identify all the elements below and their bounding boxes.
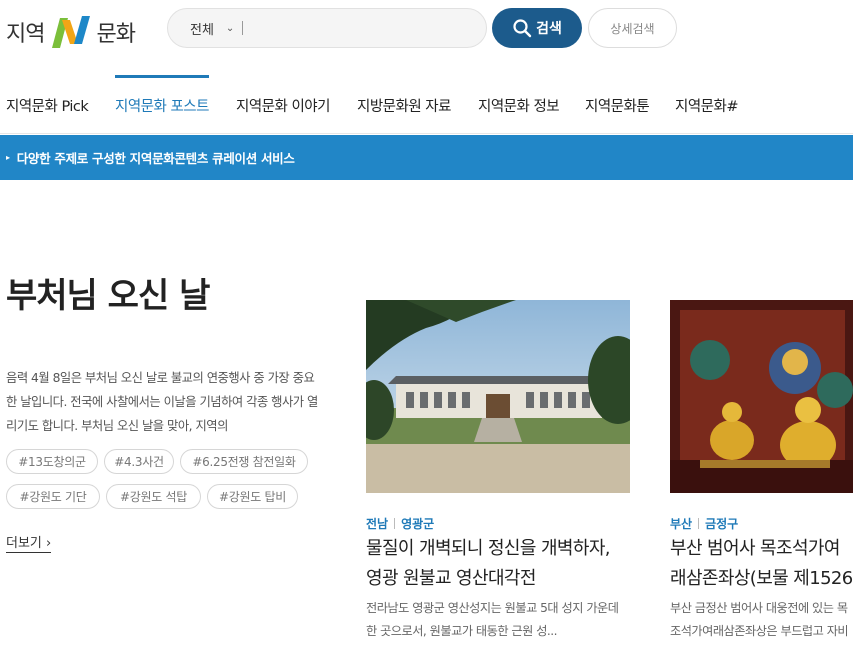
topic-description: 음력 4월 8일은 부처님 오신 날로 불교의 연중행사 중 가장 중요한 날입… [6,371,318,433]
card-region: 전남 영광군 [366,515,434,532]
nav-item-label: 지역문화툰 [585,98,650,115]
card-subregion-label: 영광군 [401,517,435,531]
nav-item-toon[interactable]: 지역문화툰 [585,76,650,134]
nav-item-label: 지역문화 이야기 [236,98,331,115]
tag-chip[interactable]: #6.25전쟁 참전일화 [180,449,308,474]
tag-chip[interactable]: #13도창의군 [6,449,98,474]
search-divider [242,21,244,35]
nav-item-pick[interactable]: 지역문화 Pick [6,76,89,134]
search-button[interactable]: 검색 [492,8,582,48]
nav-item-label: 지역문화 정보 [478,98,560,115]
buddha-statue-photo [670,300,853,493]
tag-chip[interactable]: #강원도 기단 [6,484,100,509]
tag-chip[interactable]: #강원도 석탑 [106,484,201,509]
site-logo[interactable]: 지역 문화 [6,12,136,52]
nav-item-post[interactable]: 지역문화 포스트 [115,75,210,134]
search-scope-select[interactable]: 전체 ⌄ [190,19,234,38]
nav-item-label: 지역문화 Pick [6,98,89,115]
detail-search-label: 상세검색 [610,21,655,36]
card-subregion-label: 금정구 [705,517,739,531]
card-image-buddha-statue[interactable] [670,300,853,493]
logo-text-left: 지역 [6,22,45,47]
more-link-label: 더보기 [6,536,42,551]
curation-banner: ▸ 다양한 주제로 구성한 지역문화콘텐츠 큐레이션 서비스 [0,135,853,180]
card-description: 부산 금정산 범어사 대웅전에 있는 목조석가여래삼존좌상은 부드럽고 자비로운 [670,601,849,638]
logo-text-right: 문화 [96,22,135,47]
nav-item-cultural-center[interactable]: 지방문화원 자료 [357,76,452,134]
card-title[interactable]: 물질이 개벽되니 정신을 개벽하자, 영광 원불교 영산대각전 [366,534,630,594]
chevron-down-icon: ⌄ [225,22,235,34]
tag-label: #4.3사건 [114,455,164,469]
topic-title: 부처님 오신 날 [6,276,210,316]
card-image-temple-hall[interactable] [366,300,630,493]
card-region-label: 전남 [366,517,389,531]
nav-item-info[interactable]: 지역문화 정보 [478,76,560,134]
search-scope-label: 전체 [190,22,214,38]
nav-item-label: 지역문화 포스트 [115,98,210,115]
region-separator [698,518,700,529]
chevron-right-icon: › [46,536,52,551]
banner-text: 다양한 주제로 구성한 지역문화콘텐츠 큐레이션 서비스 [16,151,295,166]
more-link[interactable]: 더보기 › [6,532,52,553]
main-nav: 지역문화 Pick 지역문화 포스트 지역문화 이야기 지방문화원 자료 지역문… [0,75,853,134]
tag-label: #13도창의군 [18,455,86,469]
tag-label: #6.25전쟁 참전일화 [192,455,296,469]
region-separator [394,518,396,529]
nav-item-hashtag[interactable]: 지역문화# [675,76,739,134]
tag-label: #강원도 기단 [19,490,87,504]
card-region-label: 부산 [670,517,693,531]
nav-item-label: 지방문화원 자료 [357,98,452,115]
search-button-label: 검색 [536,21,562,37]
logo-mark-icon [52,16,91,48]
tag-chip[interactable]: #4.3사건 [104,449,174,474]
tag-label: #강원도 탑비 [219,490,286,504]
tag-label: #강원도 석탑 [120,490,187,504]
detail-search-button[interactable]: 상세검색 [588,8,677,48]
card-title[interactable]: 부산 범어사 목조석가여래삼존좌상(보물 제1526호) [670,534,853,594]
card-description: 전라남도 영광군 영산성지는 원불교 5대 성지 가운데 한 곳으로서, 원불교… [366,601,619,638]
search-box: 전체 ⌄ [167,8,487,48]
search-icon [513,19,532,38]
card-region: 부산 금정구 [670,515,738,532]
nav-item-label: 지역문화# [675,98,739,115]
temple-hall-photo [366,300,630,493]
tag-chip[interactable]: #강원도 탑비 [207,484,298,509]
triangle-right-icon: ▸ [6,153,10,162]
search-input[interactable] [251,13,486,43]
nav-item-story[interactable]: 지역문화 이야기 [236,76,331,134]
